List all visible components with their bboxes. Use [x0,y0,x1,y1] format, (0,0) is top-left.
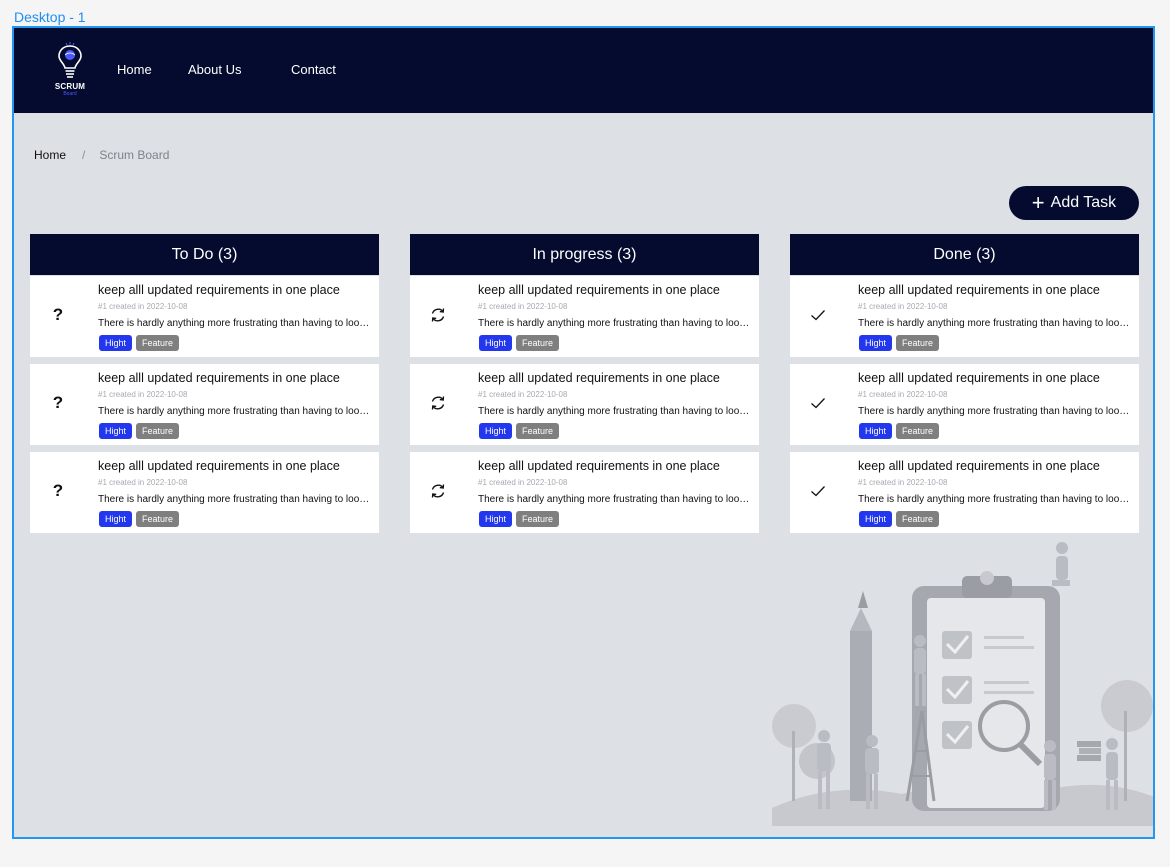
refresh-icon [428,391,448,415]
task-description: There is hardly anything more frustratin… [98,318,373,329]
plus-icon: + [1031,190,1045,215]
breadcrumb: Home / Scrum Board [34,148,169,162]
team-checklist-illustration [772,542,1153,826]
task-meta: #1 created in 2022-10-08 [858,302,948,311]
refresh-icon [428,479,448,503]
task-card[interactable]: ? keep alll updated requirements in one … [30,452,379,533]
priority-tag: Hight [859,423,893,439]
task-card[interactable]: keep alll updated requirements in one pl… [790,452,1139,533]
logo-subtext: Board [63,91,77,97]
add-task-button[interactable]: + Add Task [1009,186,1139,220]
nav-about-us[interactable]: About Us [188,62,241,77]
column-header: Done (3) [790,234,1139,275]
type-tag: Feature [516,335,560,351]
task-card[interactable]: keep alll updated requirements in one pl… [410,276,759,357]
task-title: keep alll updated requirements in one pl… [98,459,340,473]
task-card[interactable]: keep alll updated requirements in one pl… [790,364,1139,445]
task-description: There is hardly anything more frustratin… [478,406,753,417]
task-description: There is hardly anything more frustratin… [478,318,753,329]
task-meta: #1 created in 2022-10-08 [98,478,188,487]
nav-contact[interactable]: Contact [291,62,336,77]
task-title: keep alll updated requirements in one pl… [98,283,340,297]
task-title: keep alll updated requirements in one pl… [858,459,1100,473]
type-tag: Feature [896,511,940,527]
add-task-label: Add Task [1050,194,1117,211]
priority-tag: Hight [99,511,133,527]
question-mark-icon: ? [52,393,64,412]
task-meta: #1 created in 2022-10-08 [478,390,568,399]
task-title: keep alll updated requirements in one pl… [478,371,720,385]
breadcrumb-separator: / [82,148,86,162]
task-title: keep alll updated requirements in one pl… [98,371,340,385]
task-meta: #1 created in 2022-10-08 [98,302,188,311]
priority-tag: Hight [859,511,893,527]
task-meta: #1 created in 2022-10-08 [478,478,568,487]
task-description: There is hardly anything more frustratin… [98,406,373,417]
checkmark-icon [808,303,828,327]
task-description: There is hardly anything more frustratin… [858,406,1133,417]
task-card[interactable]: keep alll updated requirements in one pl… [790,276,1139,357]
priority-tag: Hight [479,423,513,439]
task-meta: #1 created in 2022-10-08 [98,390,188,399]
priority-tag: Hight [479,335,513,351]
type-tag: Feature [136,511,180,527]
priority-tag: Hight [859,335,893,351]
column-in-progress: In progress (3) keep alll updated requir… [410,234,759,540]
task-title: keep alll updated requirements in one pl… [478,283,720,297]
breadcrumb-home[interactable]: Home [34,148,66,162]
nav-home[interactable]: Home [117,62,152,77]
task-description: There is hardly anything more frustratin… [98,494,373,505]
frame-label: Desktop - 1 [14,9,86,25]
scrum-board-logo[interactable]: SCRUM Board [50,40,90,100]
column-todo: To Do (3) ? keep alll updated requiremen… [30,234,379,540]
priority-tag: Hight [99,335,133,351]
type-tag: Feature [516,423,560,439]
logo-text: SCRUM [54,82,86,91]
task-title: keep alll updated requirements in one pl… [478,459,720,473]
desktop-frame: SCRUM Board Home About Us Contact Home / S… [12,26,1155,839]
type-tag: Feature [896,423,940,439]
type-tag: Feature [896,335,940,351]
task-meta: #1 created in 2022-10-08 [858,390,948,399]
priority-tag: Hight [99,423,133,439]
question-mark-icon: ? [52,481,64,500]
task-meta: #1 created in 2022-10-08 [478,302,568,311]
type-tag: Feature [136,335,180,351]
task-description: There is hardly anything more frustratin… [858,318,1133,329]
checkmark-icon [808,479,828,503]
task-card[interactable]: ? keep alll updated requirements in one … [30,364,379,445]
type-tag: Feature [516,511,560,527]
question-mark-icon: ? [52,305,64,324]
column-header: To Do (3) [30,234,379,275]
column-header: In progress (3) [410,234,759,275]
priority-tag: Hight [479,511,513,527]
task-description: There is hardly anything more frustratin… [858,494,1133,505]
navbar: SCRUM Board Home About Us Contact [14,28,1153,113]
task-title: keep alll updated requirements in one pl… [858,283,1100,297]
task-meta: #1 created in 2022-10-08 [858,478,948,487]
task-card[interactable]: keep alll updated requirements in one pl… [410,452,759,533]
task-card[interactable]: ? keep alll updated requirements in one … [30,276,379,357]
breadcrumb-current: Scrum Board [99,148,170,162]
checkmark-icon [808,391,828,415]
lightbulb-icon [58,42,82,78]
type-tag: Feature [136,423,180,439]
task-title: keep alll updated requirements in one pl… [858,371,1100,385]
task-card[interactable]: keep alll updated requirements in one pl… [410,364,759,445]
task-description: There is hardly anything more frustratin… [478,494,753,505]
refresh-icon [428,303,448,327]
column-done: Done (3) keep alll updated requirements … [790,234,1139,540]
